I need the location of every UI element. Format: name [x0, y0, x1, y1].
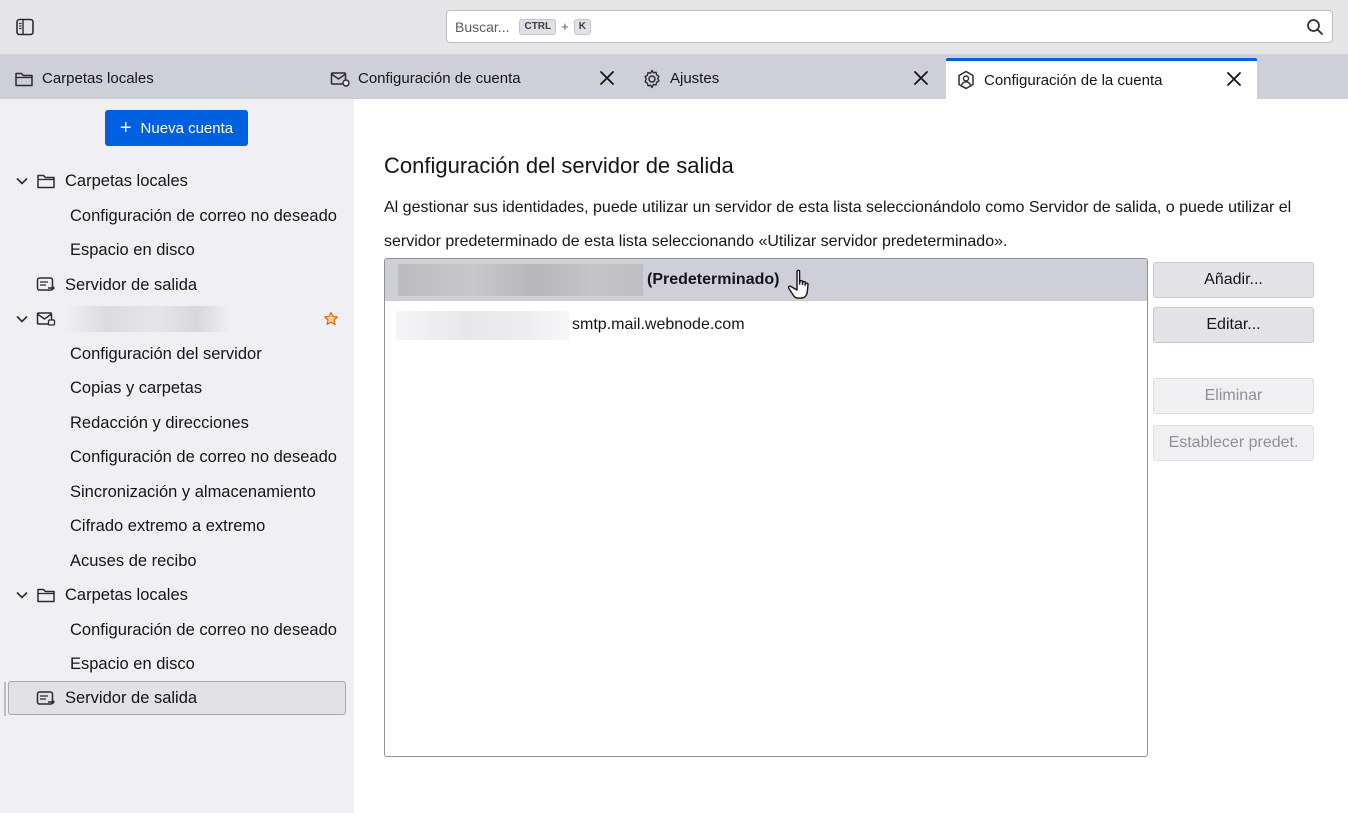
- add-server-button[interactable]: Añadir...: [1153, 262, 1314, 298]
- sidebar-item-configuracion-del-servidor[interactable]: Configuración del servidor: [0, 337, 354, 371]
- sidebar-item-cifrado[interactable]: Cifrado extremo a extremo: [0, 509, 354, 543]
- sidebar-item-mail-account[interactable]: [0, 302, 354, 336]
- sidebar-item-label: Configuración de correo no deseado: [70, 620, 337, 639]
- plus-icon: +: [119, 117, 132, 139]
- sidebar-item-label: Configuración de correo no deseado: [70, 206, 337, 225]
- sidebar-item-sincronizacion[interactable]: Sincronización y almacenamiento: [0, 475, 354, 509]
- search-placeholder: Buscar...: [455, 18, 510, 35]
- sidebar-item-espacio-en-disco-2[interactable]: Espacio en disco: [0, 647, 354, 681]
- mail-settings-icon: [330, 69, 350, 89]
- sidebar-item-correo-no-deseado-cuenta[interactable]: Configuración de correo no deseado: [0, 440, 354, 474]
- tab-label: Carpetas locales: [42, 70, 154, 87]
- shortcut-key-k: K: [573, 18, 591, 35]
- smtp-server-list[interactable]: (Predeterminado) smtp.mail.webnode.com: [384, 258, 1148, 757]
- server-label: smtp.mail.webnode.com: [572, 316, 745, 333]
- close-icon[interactable]: [912, 69, 930, 87]
- close-icon[interactable]: [598, 69, 616, 87]
- page-title: Configuración del servidor de salida: [384, 153, 734, 178]
- chevron-down-icon[interactable]: [15, 174, 29, 188]
- outgoing-server-icon: [36, 276, 56, 294]
- sidebar-item-espacio-en-disco[interactable]: Espacio en disco: [0, 233, 354, 267]
- folder-icon: [36, 586, 56, 604]
- folder-icon: [14, 69, 34, 89]
- outgoing-server-icon: [36, 690, 56, 708]
- chevron-down-icon[interactable]: [15, 588, 29, 602]
- tab-label: Ajustes: [670, 70, 720, 87]
- tab-carpetas-locales[interactable]: Carpetas locales: [0, 58, 316, 99]
- smtp-server-row[interactable]: smtp.mail.webnode.com: [385, 304, 1147, 346]
- shortcut-plus: +: [561, 19, 569, 34]
- sidebar-item-correo-no-deseado[interactable]: Configuración de correo no deseado: [0, 199, 354, 233]
- account-sidebar: + Nueva cuenta Carpetas locales Configur…: [0, 99, 354, 813]
- tab-configuracion-de-la-cuenta[interactable]: Configuración de la cuenta: [946, 58, 1257, 99]
- chevron-down-icon[interactable]: [15, 312, 29, 326]
- tab-label: Configuración de cuenta: [358, 70, 521, 87]
- search-icon[interactable]: [1306, 18, 1324, 36]
- tab-label: Configuración de la cuenta: [984, 71, 1163, 89]
- sidebar-item-label: Espacio en disco: [70, 240, 195, 259]
- mail-account-icon: [36, 310, 56, 328]
- sidebar-item-acuses-de-recibo[interactable]: Acuses de recibo: [0, 544, 354, 578]
- tab-strip: Carpetas locales Configuración de cuenta…: [0, 54, 1348, 99]
- sidebar-item-redaccion-y-direcciones[interactable]: Redacción y direcciones: [0, 406, 354, 440]
- sidebar-item-label: Cifrado extremo a extremo: [70, 516, 266, 535]
- main-pane: Configuración del servidor de salida Al …: [354, 99, 1348, 813]
- sidebar-item-label: Configuración del servidor: [70, 344, 262, 363]
- sidebar-item-label: Acuses de recibo: [70, 551, 197, 570]
- new-account-button[interactable]: + Nueva cuenta: [105, 110, 248, 146]
- sidebar-item-label: Servidor de salida: [65, 688, 198, 707]
- delete-server-button[interactable]: Eliminar: [1153, 378, 1314, 414]
- redacted-server-name: [396, 311, 569, 340]
- sidebar-item-label: Servidor de salida: [65, 275, 198, 294]
- tab-configuracion-de-cuenta[interactable]: Configuración de cuenta: [316, 58, 630, 99]
- folder-icon: [36, 172, 56, 190]
- sidebar-item-label: Copias y carpetas: [70, 378, 203, 397]
- shortcut-key-ctrl: CTRL: [519, 18, 557, 35]
- selection-indicator: [4, 682, 6, 716]
- sidebar-item-label: Carpetas locales: [65, 585, 188, 604]
- hand-cursor-icon: [787, 268, 818, 306]
- server-label: (Predeterminado): [647, 271, 780, 288]
- redacted-server-name: [398, 264, 643, 296]
- sidebar-toggle-icon[interactable]: [14, 16, 36, 38]
- sidebar-item-label: Configuración de correo no deseado: [70, 447, 337, 466]
- gear-icon: [642, 69, 662, 89]
- page-description: Al gestionar sus identidades, puede util…: [384, 199, 1292, 250]
- sidebar-item-correo-no-deseado-2[interactable]: Configuración de correo no deseado: [0, 613, 354, 647]
- sidebar-item-copias-y-carpetas[interactable]: Copias y carpetas: [0, 371, 354, 405]
- smtp-server-row-default[interactable]: (Predeterminado): [385, 259, 1147, 301]
- top-toolbar: Buscar... CTRL + K: [0, 0, 1348, 54]
- redacted-account-name: [65, 306, 230, 332]
- close-icon[interactable]: [1225, 70, 1243, 88]
- sidebar-item-label: Redacción y direcciones: [70, 413, 249, 432]
- sidebar-item-carpetas-locales[interactable]: Carpetas locales: [0, 164, 354, 198]
- sidebar-item-label: Carpetas locales: [65, 171, 188, 190]
- sidebar-item-carpetas-locales-2[interactable]: Carpetas locales: [0, 578, 354, 612]
- sidebar-item-servidor-de-salida-selected[interactable]: Servidor de salida: [8, 681, 346, 715]
- new-account-label: Nueva cuenta: [140, 119, 234, 137]
- search-input[interactable]: Buscar... CTRL + K: [446, 10, 1333, 43]
- sidebar-item-label: Sincronización y almacenamiento: [70, 482, 316, 501]
- sidebar-item-label: Espacio en disco: [70, 654, 195, 673]
- default-star-icon: [323, 311, 339, 327]
- tab-ajustes[interactable]: Ajustes: [630, 58, 944, 99]
- edit-server-button[interactable]: Editar...: [1153, 307, 1314, 343]
- sidebar-item-servidor-de-salida[interactable]: Servidor de salida: [0, 268, 354, 302]
- set-default-button[interactable]: Establecer predet.: [1153, 425, 1314, 461]
- account-shield-icon: [956, 70, 976, 90]
